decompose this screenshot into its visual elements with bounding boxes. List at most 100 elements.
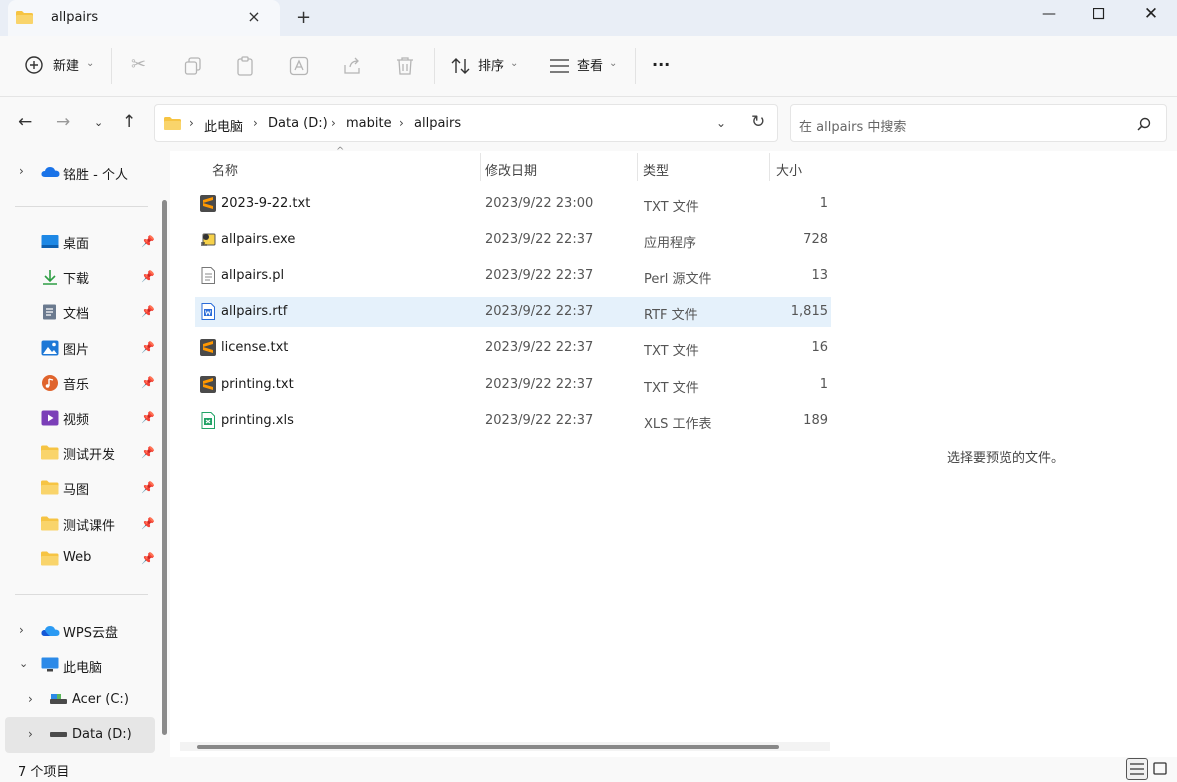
file-type: TXT 文件	[644, 381, 699, 396]
pin-icon[interactable]: 📌	[141, 517, 155, 530]
breadcrumb-mabite[interactable]: mabite	[346, 116, 392, 131]
sidebar-item-3[interactable]: 图片 📌	[0, 330, 160, 365]
column-header-type[interactable]: 类型	[643, 160, 669, 179]
sidebar-item-drive-d[interactable]: Data (D:)	[72, 727, 132, 742]
copy-icon[interactable]	[184, 57, 202, 75]
maximize-icon[interactable]	[1076, 0, 1122, 30]
file-size: 728	[803, 232, 828, 247]
column-header-size[interactable]: 大小	[776, 160, 802, 179]
sidebar-item-9[interactable]: Web 📌	[0, 541, 160, 576]
folder-icon	[16, 11, 33, 24]
close-window-icon[interactable]: ✕	[1128, 0, 1174, 30]
sidebar-item-0[interactable]: 桌面 📌	[0, 224, 160, 259]
file-name[interactable]: license.txt	[221, 340, 288, 355]
new-button-label[interactable]: 新建	[53, 56, 79, 78]
file-row[interactable]: 2023-9-22.txt 2023/9/22 23:00 TXT 文件 1	[195, 189, 831, 219]
sidebar-item-6[interactable]: 测试开发 📌	[0, 435, 160, 470]
back-arrow-icon[interactable]: ←	[18, 112, 32, 132]
pin-icon[interactable]: 📌	[141, 481, 155, 494]
address-history-chevron-icon[interactable]: ⌄	[716, 116, 726, 130]
file-row[interactable]: license.txt 2023/9/22 22:37 TXT 文件 16	[195, 333, 831, 363]
new-button[interactable]	[24, 55, 44, 79]
pin-icon[interactable]: 📌	[141, 552, 155, 565]
sidebar-item-onedrive[interactable]: 铭胜 - 个人	[63, 164, 128, 183]
horizontal-scrollbar-thumb[interactable]	[197, 745, 779, 749]
pin-icon[interactable]: 📌	[141, 235, 155, 248]
search-placeholder[interactable]: 在 allpairs 中搜索	[799, 116, 906, 135]
breadcrumb-allpairs[interactable]: allpairs	[414, 116, 461, 131]
pin-icon[interactable]: 📌	[141, 446, 155, 459]
pin-icon[interactable]: 📌	[141, 305, 155, 318]
word-doc-icon	[201, 303, 215, 320]
file-row[interactable]: printing.xls 2023/9/22 22:37 XLS 工作表 189	[195, 406, 831, 436]
pin-icon[interactable]: 📌	[141, 376, 155, 389]
pin-icon[interactable]: 📌	[141, 270, 155, 283]
address-bar[interactable]	[154, 104, 778, 142]
tab-title: allpairs	[51, 10, 99, 25]
sidebar-item-7[interactable]: 马图 📌	[0, 470, 160, 505]
music-icon	[42, 375, 58, 391]
expand-chevron-icon[interactable]: ›	[28, 727, 33, 741]
spreadsheet-icon	[201, 412, 215, 429]
column-divider	[637, 153, 638, 181]
delete-icon[interactable]	[396, 56, 414, 76]
file-date: 2023/9/22 22:37	[485, 340, 594, 355]
details-view-button[interactable]	[1126, 758, 1148, 780]
file-row[interactable]: allpairs.pl 2023/9/22 22:37 Perl 源文件 13	[195, 261, 831, 291]
sidebar-item-4[interactable]: 音乐 📌	[0, 365, 160, 400]
tab-active[interactable]	[8, 0, 280, 36]
pin-icon[interactable]: 📌	[141, 341, 155, 354]
recent-locations-chevron-icon[interactable]: ⌄	[94, 116, 103, 129]
chevron-down-icon: ⌄	[510, 58, 519, 69]
computer-icon	[41, 657, 59, 672]
file-date: 2023/9/22 22:37	[485, 268, 594, 283]
search-icon[interactable]	[1137, 117, 1151, 131]
sort-icon[interactable]	[451, 57, 471, 75]
sidebar-item-1[interactable]: 下载 📌	[0, 259, 160, 294]
file-name[interactable]: allpairs.exe	[221, 232, 295, 247]
sidebar-item-8[interactable]: 测试课件 📌	[0, 506, 160, 541]
sidebar-item-label: 马图	[63, 483, 90, 498]
file-name[interactable]: printing.txt	[221, 377, 294, 392]
expand-chevron-icon[interactable]: ›	[19, 623, 24, 637]
collapse-chevron-icon[interactable]: ⌄	[19, 657, 28, 670]
rename-icon[interactable]	[289, 56, 309, 76]
sort-button-label[interactable]: 排序	[478, 56, 504, 78]
view-button-label[interactable]: 查看	[577, 56, 603, 78]
breadcrumb-this-pc[interactable]: 此电脑	[204, 116, 243, 135]
close-tab-icon[interactable]: ×	[245, 7, 263, 26]
file-row[interactable]: printing.txt 2023/9/22 22:37 TXT 文件 1	[195, 370, 831, 400]
up-arrow-icon[interactable]: ↑	[122, 112, 136, 132]
expand-chevron-icon[interactable]: ›	[19, 164, 24, 178]
refresh-icon[interactable]: ↻	[751, 112, 765, 132]
expand-chevron-icon[interactable]: ›	[28, 692, 33, 706]
cut-icon[interactable]: ✂	[131, 54, 146, 75]
item-count: 7 个项目	[18, 765, 70, 780]
forward-arrow-icon[interactable]: →	[56, 112, 70, 132]
file-name[interactable]: printing.xls	[221, 413, 294, 428]
view-icon[interactable]	[550, 59, 569, 73]
exe-icon	[201, 233, 216, 246]
file-name[interactable]: allpairs.rtf	[221, 304, 287, 319]
share-icon[interactable]	[342, 56, 362, 76]
sidebar-item-2[interactable]: 文档 📌	[0, 294, 160, 329]
file-name[interactable]: 2023-9-22.txt	[221, 196, 310, 211]
file-name[interactable]: allpairs.pl	[221, 268, 284, 283]
paste-icon[interactable]	[236, 56, 254, 76]
breadcrumb-data-d[interactable]: Data (D:)	[268, 116, 328, 131]
sidebar-item-wps-cloud[interactable]: WPS云盘	[63, 622, 118, 641]
column-header-name[interactable]: 名称	[212, 160, 238, 179]
column-header-date[interactable]: 修改日期	[485, 160, 537, 179]
sidebar-item-this-pc[interactable]: 此电脑	[63, 657, 102, 676]
new-tab-button[interactable]: +	[296, 7, 311, 28]
tiles-view-button[interactable]	[1153, 762, 1167, 775]
pin-icon[interactable]: 📌	[141, 411, 155, 424]
sidebar-scrollbar[interactable]	[162, 200, 167, 735]
sidebar-item-drive-c[interactable]: Acer (C:)	[72, 692, 129, 707]
file-row[interactable]: allpairs.exe 2023/9/22 22:37 应用程序 728	[195, 225, 831, 255]
minimize-icon[interactable]: —	[1026, 0, 1072, 30]
sidebar-item-5[interactable]: 视频 📌	[0, 400, 160, 435]
file-row[interactable]: allpairs.rtf 2023/9/22 22:37 RTF 文件 1,815	[195, 297, 831, 327]
more-options-button[interactable]: ···	[652, 55, 670, 74]
sidebar-item-label: 音乐	[63, 378, 90, 393]
